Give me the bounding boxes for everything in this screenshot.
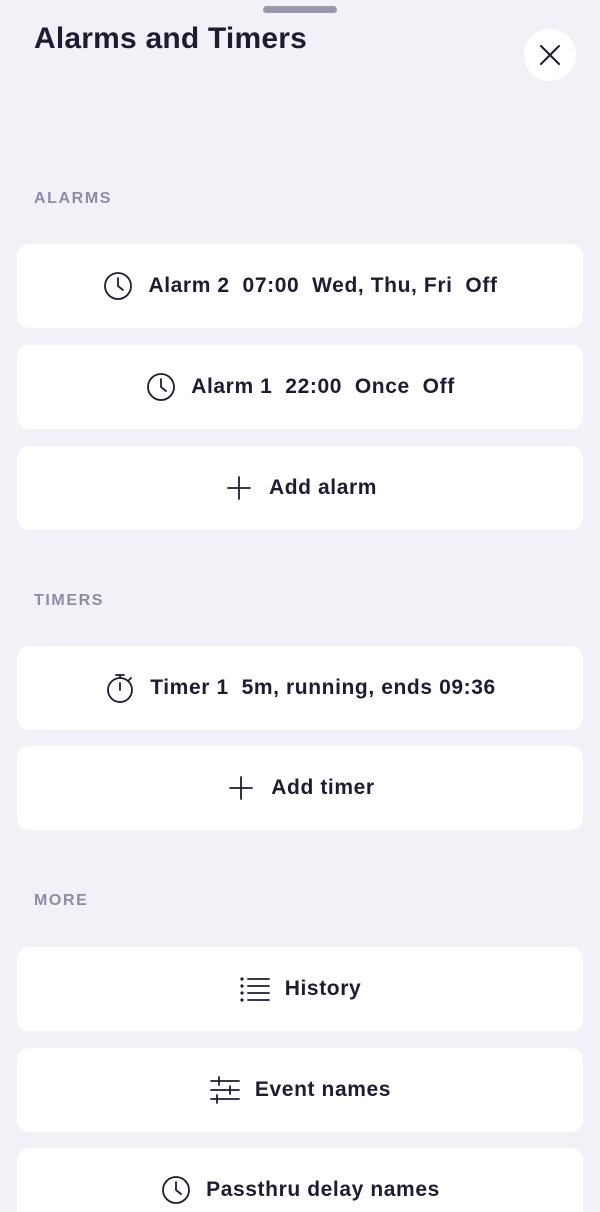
section-label-alarms: ALARMS <box>34 190 113 207</box>
clock-icon <box>102 270 134 302</box>
close-button[interactable] <box>524 29 576 81</box>
list-icon <box>239 973 271 1005</box>
alarms-timers-sheet: Alarms and Timers ALARMS Alarm 2 07:00 W… <box>0 0 600 1212</box>
passthru-delay-names-label: Passthru delay names <box>206 1178 440 1201</box>
event-names-button[interactable]: Event names <box>17 1048 583 1132</box>
timer-item-label: Timer 1 5m, running, ends 09:36 <box>150 676 496 699</box>
sliders-icon <box>209 1074 241 1106</box>
clock-icon <box>160 1174 192 1206</box>
alarm-item-label: Alarm 1 22:00 Once Off <box>191 375 455 398</box>
drag-handle[interactable] <box>263 6 337 13</box>
clock-icon <box>145 371 177 403</box>
history-button[interactable]: History <box>17 947 583 1031</box>
add-timer-button[interactable]: Add timer <box>17 746 583 830</box>
add-timer-label: Add timer <box>271 776 375 799</box>
timer-item-timer-1[interactable]: Timer 1 5m, running, ends 09:36 <box>17 646 583 730</box>
passthru-delay-names-button[interactable]: Passthru delay names <box>17 1148 583 1212</box>
alarm-item-label: Alarm 2 07:00 Wed, Thu, Fri Off <box>148 274 498 297</box>
add-alarm-label: Add alarm <box>268 476 378 499</box>
section-label-more: MORE <box>34 892 89 909</box>
stopwatch-icon <box>104 672 136 704</box>
close-icon <box>539 44 561 66</box>
history-label: History <box>284 977 362 1000</box>
page-title: Alarms and Timers <box>34 22 307 55</box>
alarm-item-alarm-2[interactable]: Alarm 2 07:00 Wed, Thu, Fri Off <box>17 244 583 328</box>
section-label-timers: TIMERS <box>34 592 105 609</box>
plus-icon <box>225 772 257 804</box>
event-names-label: Event names <box>254 1078 392 1101</box>
plus-icon <box>223 472 255 504</box>
alarm-item-alarm-1[interactable]: Alarm 1 22:00 Once Off <box>17 345 583 429</box>
add-alarm-button[interactable]: Add alarm <box>17 446 583 530</box>
